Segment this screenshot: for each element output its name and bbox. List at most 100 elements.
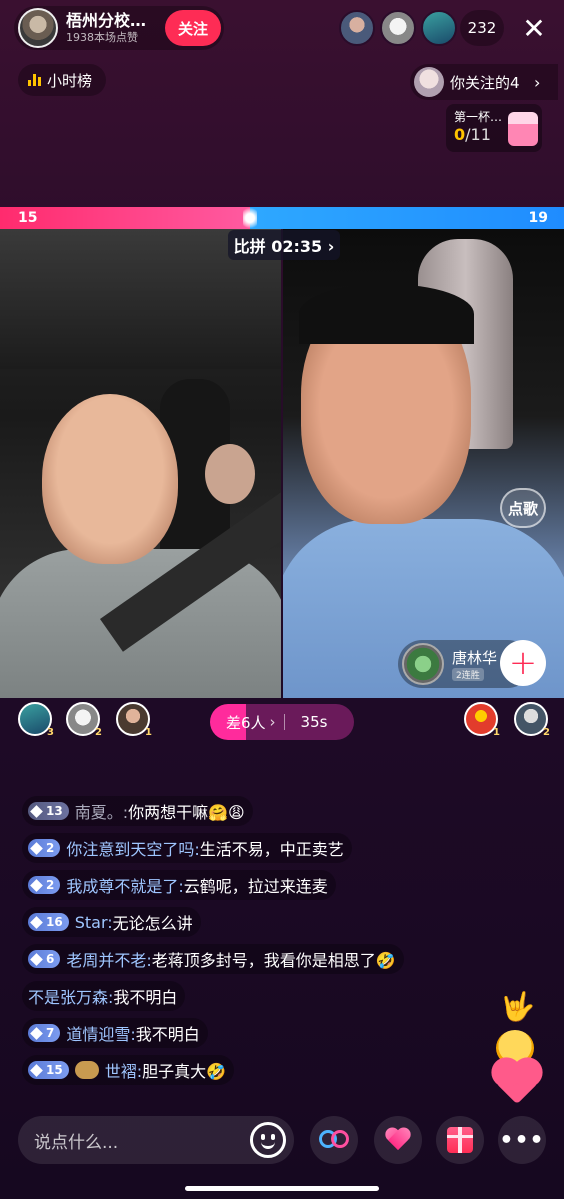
pk-timer[interactable]: 比拼 02:35 › bbox=[228, 230, 340, 260]
user-level-number: 13 bbox=[46, 804, 63, 818]
contributor-avatar[interactable]: 2 bbox=[66, 702, 102, 738]
followed-user-avatar bbox=[414, 67, 444, 97]
diamond-icon bbox=[30, 878, 43, 892]
user-level-number: 15 bbox=[46, 1063, 63, 1077]
host-likes: 1938本场点赞 bbox=[66, 31, 138, 44]
comment-username[interactable]: 你注意到天空了吗: bbox=[66, 836, 199, 860]
comment-list[interactable]: 13 南夏。: 你两想干嘛🤗😩 2 你注意到天空了吗: 生活不易，中正卖艺 2 我成尊不就… bbox=[22, 796, 462, 1092]
comment-item[interactable]: 6 老周并不老: 老蒋顶多封号，我看你是相思了🤣 bbox=[22, 944, 404, 974]
user-level-number: 16 bbox=[46, 915, 63, 929]
pk-spark-icon bbox=[243, 205, 257, 231]
comment-username[interactable]: 世褶: bbox=[105, 1058, 142, 1082]
comment-item[interactable]: 16 Star: 无论怎么讲 bbox=[22, 907, 201, 937]
pk-left-score: 15 bbox=[18, 210, 38, 226]
comment-item[interactable]: 2 你注意到天空了吗: 生活不易，中正卖艺 bbox=[22, 833, 352, 863]
heart-icon bbox=[385, 1128, 411, 1152]
comment-text: 老蒋顶多封号，我看你是相思了🤣 bbox=[151, 951, 396, 970]
comment-text: 生活不易，中正卖艺 bbox=[199, 840, 344, 859]
host-avatar[interactable] bbox=[18, 8, 58, 48]
opponent-name: 唐林华 bbox=[452, 648, 498, 667]
emoji-button[interactable] bbox=[250, 1122, 286, 1158]
user-level-badge: 2 bbox=[28, 839, 61, 857]
pk-countdown: 35s bbox=[300, 713, 328, 731]
user-level-badge: 2 bbox=[28, 876, 61, 894]
host-video-stream[interactable] bbox=[0, 229, 281, 698]
follow-button[interactable]: 关注 bbox=[165, 10, 221, 46]
floating-reactions: 🤟 bbox=[494, 990, 544, 1105]
host-info: 梧州分校… 1938本场点赞 bbox=[66, 11, 146, 45]
chevron-right-icon: › bbox=[269, 713, 276, 731]
user-level-badge: 15 bbox=[28, 1061, 69, 1079]
home-indicator bbox=[185, 1186, 379, 1191]
user-level-badge: 7 bbox=[28, 1024, 61, 1042]
task-progress-total: /11 bbox=[465, 125, 491, 144]
opponent-avatar[interactable] bbox=[402, 643, 444, 685]
comment-item[interactable]: 13 南夏。: 你两想干嘛🤗😩 bbox=[22, 796, 253, 826]
opponent-info: 唐林华 2连胜 bbox=[452, 648, 497, 681]
contributor-avatar[interactable]: 1 bbox=[464, 702, 500, 738]
top-viewer-avatars[interactable] bbox=[334, 10, 457, 46]
like-button[interactable] bbox=[374, 1116, 422, 1164]
comment-username[interactable]: 不是张万森: bbox=[28, 984, 113, 1008]
diamond-icon bbox=[30, 952, 43, 966]
pk-left-fill bbox=[0, 207, 250, 229]
comment-text: 我不明白 bbox=[113, 988, 178, 1007]
heart-icon bbox=[495, 1061, 539, 1105]
host-name: 梧州分校… bbox=[66, 11, 147, 30]
viewer-avatar[interactable] bbox=[380, 10, 416, 46]
fan-club-badge-icon bbox=[74, 1061, 99, 1079]
followed-live-text: 你关注的4 bbox=[450, 73, 520, 92]
comment-username[interactable]: Star: bbox=[75, 913, 113, 932]
diamond-icon bbox=[30, 1063, 43, 1077]
link-rings-icon bbox=[319, 1130, 349, 1150]
task-card[interactable]: 第一杯… 0/11 bbox=[446, 104, 542, 152]
comment-username[interactable]: 老周并不老: bbox=[66, 947, 151, 971]
comment-text: 我不明白 bbox=[135, 1025, 200, 1044]
comment-username[interactable]: 道情迎雪: bbox=[66, 1021, 135, 1045]
hour-rank-button[interactable]: 小时榜 bbox=[18, 64, 106, 96]
task-progress-current: 0 bbox=[454, 125, 466, 144]
diamond-icon bbox=[30, 1026, 43, 1040]
viewer-avatar[interactable] bbox=[339, 10, 375, 46]
song-request-button[interactable]: 点歌 bbox=[500, 488, 546, 528]
close-button[interactable]: ✕ bbox=[516, 10, 552, 46]
pk-gap-indicator[interactable]: 差6人 › 35s bbox=[210, 704, 354, 740]
contributor-avatar[interactable]: 2 bbox=[514, 702, 550, 738]
comment-item[interactable]: 2 我成尊不就是了: 云鹤呢，拉过来连麦 bbox=[22, 870, 336, 900]
comment-text: 胆子真大🤣 bbox=[142, 1062, 227, 1081]
comment-text: 无论怎么讲 bbox=[112, 914, 193, 933]
co-host-link-button[interactable] bbox=[310, 1116, 358, 1164]
contributor-avatar[interactable]: 1 bbox=[116, 702, 152, 738]
chevron-right-icon: › bbox=[534, 72, 541, 92]
win-streak-badge: 2连胜 bbox=[452, 667, 484, 681]
comment-item[interactable]: 不是张万森: 我不明白 bbox=[22, 981, 186, 1011]
viewer-count[interactable]: 232 bbox=[460, 10, 504, 46]
pk-gap-label: 差6人 bbox=[226, 713, 266, 732]
pk-right-score: 19 bbox=[528, 210, 548, 226]
user-level-number: 2 bbox=[46, 841, 55, 855]
diamond-icon bbox=[30, 915, 43, 929]
drink-cup-icon bbox=[508, 112, 538, 146]
gift-button[interactable] bbox=[436, 1116, 484, 1164]
comment-item[interactable]: 7 道情迎雪: 我不明白 bbox=[22, 1018, 208, 1048]
comment-text: 你两想干嘛🤗😩 bbox=[128, 803, 245, 822]
opponent-video-stream[interactable] bbox=[283, 229, 564, 698]
viewer-avatar[interactable] bbox=[421, 10, 457, 46]
pk-contributors-row: 3 2 1 差6人 › 35s 1 2 bbox=[0, 700, 564, 740]
pk-right-fill bbox=[250, 207, 564, 229]
user-level-badge: 13 bbox=[28, 802, 69, 820]
add-follow-button[interactable]: + bbox=[500, 640, 546, 686]
followed-live-notice[interactable]: 你关注的4 › bbox=[410, 64, 558, 100]
more-button[interactable]: ••• bbox=[498, 1116, 546, 1164]
user-level-number: 6 bbox=[46, 952, 55, 966]
user-level-badge: 6 bbox=[28, 950, 61, 968]
bar-chart-icon bbox=[28, 74, 41, 86]
diamond-icon bbox=[30, 841, 43, 855]
hour-rank-label: 小时榜 bbox=[47, 71, 93, 90]
comment-username[interactable]: 我成尊不就是了: bbox=[66, 873, 183, 897]
user-level-badge: 16 bbox=[28, 913, 69, 931]
pk-score-bar: 15 19 bbox=[0, 205, 564, 231]
comment-username[interactable]: 南夏。: bbox=[75, 799, 128, 823]
contributor-avatar[interactable]: 3 bbox=[18, 702, 54, 738]
comment-item[interactable]: 15 世褶: 胆子真大🤣 bbox=[22, 1055, 235, 1085]
